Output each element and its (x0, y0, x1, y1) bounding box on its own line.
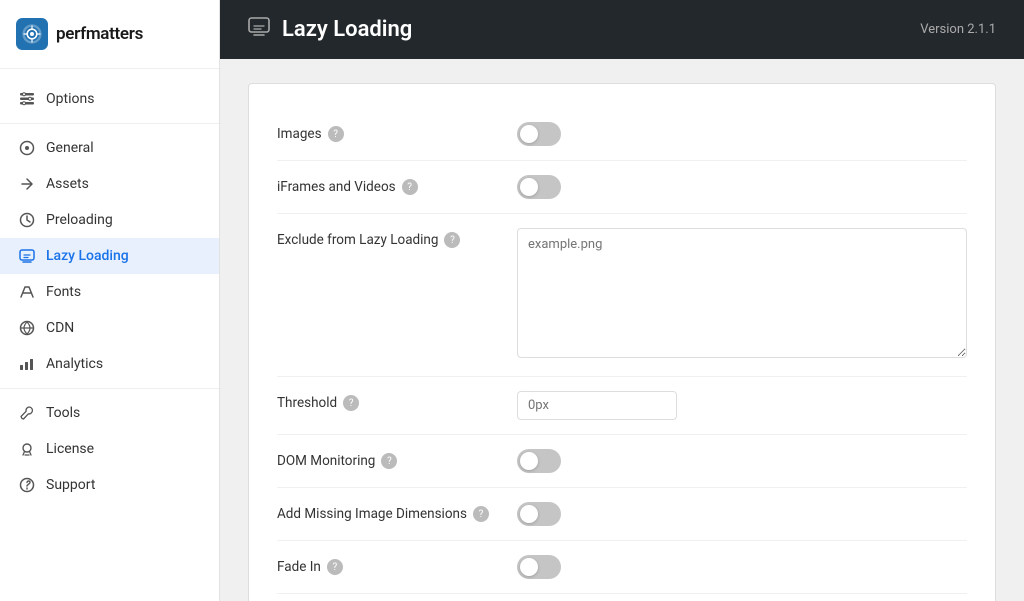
label-exclude: Exclude from Lazy Loading ? (277, 228, 517, 248)
page-header-left: Lazy Loading (248, 16, 412, 43)
sidebar-item-tools[interactable]: Tools (0, 395, 219, 431)
toggle-images-slider (517, 122, 561, 146)
tools-icon (18, 404, 36, 422)
toggle-dom[interactable] (517, 449, 561, 473)
page-title: Lazy Loading (282, 17, 412, 42)
control-threshold (517, 391, 967, 420)
nav-separator-1 (0, 123, 219, 124)
control-fade-in (517, 555, 967, 579)
setting-row-iframes: iFrames and Videos ? (277, 161, 967, 214)
setting-row-exclude: Exclude from Lazy Loading ? (277, 214, 967, 377)
setting-row-css-bg: CSS Background Images ? (277, 594, 967, 601)
control-dom (517, 449, 967, 473)
label-iframes: iFrames and Videos ? (277, 175, 517, 195)
help-icon-missing-dims[interactable]: ? (473, 506, 489, 522)
sidebar-item-options[interactable]: Options (0, 81, 219, 117)
label-dom: DOM Monitoring ? (277, 449, 517, 469)
label-images: Images ? (277, 122, 517, 142)
sidebar-item-cdn-label: CDN (46, 320, 74, 336)
logo-text: perfmatters (56, 24, 143, 44)
control-exclude (517, 228, 967, 362)
help-icon-iframes[interactable]: ? (402, 179, 418, 195)
sidebar-item-analytics-label: Analytics (46, 356, 103, 372)
control-missing-dims (517, 502, 967, 526)
sidebar-item-fonts[interactable]: Fonts (0, 274, 219, 310)
main-content: Lazy Loading Version 2.1.1 Images ? (220, 0, 1024, 601)
sidebar-item-general-label: General (46, 140, 94, 156)
options-icon (18, 90, 36, 108)
label-threshold: Threshold ? (277, 391, 517, 411)
setting-row-threshold: Threshold ? (277, 377, 967, 435)
sidebar-item-support-label: Support (46, 477, 95, 493)
page-header: Lazy Loading Version 2.1.1 (220, 0, 1024, 59)
page-version: Version 2.1.1 (920, 22, 996, 37)
setting-row-missing-dims: Add Missing Image Dimensions ? (277, 488, 967, 541)
sidebar-item-preloading[interactable]: Preloading (0, 202, 219, 238)
sidebar-item-license-label: License (46, 441, 94, 457)
setting-row-dom: DOM Monitoring ? (277, 435, 967, 488)
help-icon-threshold[interactable]: ? (343, 395, 359, 411)
settings-card: Images ? iFrames and Videos ? (248, 83, 996, 601)
sidebar: perfmatters Options (0, 0, 220, 601)
toggle-missing-dims[interactable] (517, 502, 561, 526)
sidebar-item-fonts-label: Fonts (46, 284, 81, 300)
logo: perfmatters (0, 0, 219, 69)
fonts-icon (18, 283, 36, 301)
content-area: Images ? iFrames and Videos ? (220, 59, 1024, 601)
sidebar-item-general[interactable]: General (0, 130, 219, 166)
help-icon-fade-in[interactable]: ? (327, 559, 343, 575)
assets-icon (18, 175, 36, 193)
toggle-dom-slider (517, 449, 561, 473)
sidebar-item-options-label: Options (46, 91, 94, 107)
toggle-fade-in-slider (517, 555, 561, 579)
logo-icon (16, 18, 48, 50)
help-icon-dom[interactable]: ? (381, 453, 397, 469)
sidebar-item-tools-label: Tools (46, 405, 80, 421)
sidebar-item-support[interactable]: Support (0, 467, 219, 503)
sidebar-nav: Options General Assets (0, 69, 219, 601)
label-missing-dims: Add Missing Image Dimensions ? (277, 502, 517, 522)
nav-separator-2 (0, 388, 219, 389)
sidebar-item-preloading-label: Preloading (46, 212, 113, 228)
sidebar-item-license[interactable]: License (0, 431, 219, 467)
analytics-icon (18, 355, 36, 373)
toggle-iframes[interactable] (517, 175, 561, 199)
help-icon-exclude[interactable]: ? (444, 232, 460, 248)
sidebar-item-cdn[interactable]: CDN (0, 310, 219, 346)
sidebar-item-lazy-loading[interactable]: Lazy Loading (0, 238, 219, 274)
help-icon-images[interactable]: ? (328, 126, 344, 142)
label-fade-in: Fade In ? (277, 555, 517, 575)
setting-row-fade-in: Fade In ? (277, 541, 967, 594)
control-images (517, 122, 967, 146)
sidebar-item-assets[interactable]: Assets (0, 166, 219, 202)
lazy-loading-icon (18, 247, 36, 265)
control-iframes (517, 175, 967, 199)
preloading-icon (18, 211, 36, 229)
license-icon (18, 440, 36, 458)
toggle-fade-in[interactable] (517, 555, 561, 579)
page-header-icon (248, 16, 270, 43)
sidebar-item-lazy-loading-label: Lazy Loading (46, 248, 129, 264)
cdn-icon (18, 319, 36, 337)
sidebar-item-analytics[interactable]: Analytics (0, 346, 219, 382)
sidebar-item-assets-label: Assets (46, 176, 89, 192)
toggle-missing-dims-slider (517, 502, 561, 526)
threshold-input[interactable] (517, 391, 677, 420)
exclude-textarea[interactable] (517, 228, 967, 358)
toggle-images[interactable] (517, 122, 561, 146)
general-icon (18, 139, 36, 157)
support-icon (18, 476, 36, 494)
setting-row-images: Images ? (277, 108, 967, 161)
toggle-iframes-slider (517, 175, 561, 199)
